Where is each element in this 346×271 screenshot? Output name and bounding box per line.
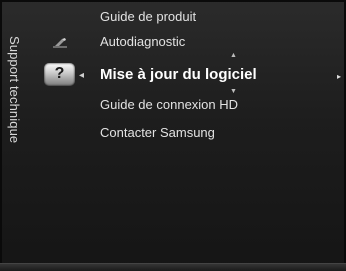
support-question-icon[interactable]: ?	[44, 63, 75, 86]
menu-item-guide-produit[interactable]: Guide de produit	[100, 9, 196, 24]
scroll-down-icon: ▼	[230, 88, 237, 95]
left-arrow-icon: ◂	[79, 70, 85, 81]
menu-item-contacter-samsung[interactable]: Contacter Samsung	[100, 125, 215, 140]
category-icon-column: ?	[36, 0, 84, 260]
side-category-title: Support technique	[0, 36, 28, 226]
setup-icon[interactable]	[52, 36, 68, 48]
bottom-bar	[0, 263, 346, 271]
menu-item-guide-connexion-hd[interactable]: Guide de connexion HD	[100, 97, 238, 112]
menu-item-autodiagnostic[interactable]: Autodiagnostic	[100, 34, 185, 49]
right-arrow-icon: ▸	[337, 72, 342, 81]
support-menu-panel: Support technique ? ◂ Guide de produit A…	[0, 0, 346, 271]
scroll-up-icon: ▲	[230, 52, 237, 59]
menu-item-mise-a-jour-logiciel[interactable]: Mise à jour du logiciel	[100, 66, 257, 83]
question-mark-glyph: ?	[54, 65, 65, 82]
category-label: Support technique	[7, 36, 22, 144]
